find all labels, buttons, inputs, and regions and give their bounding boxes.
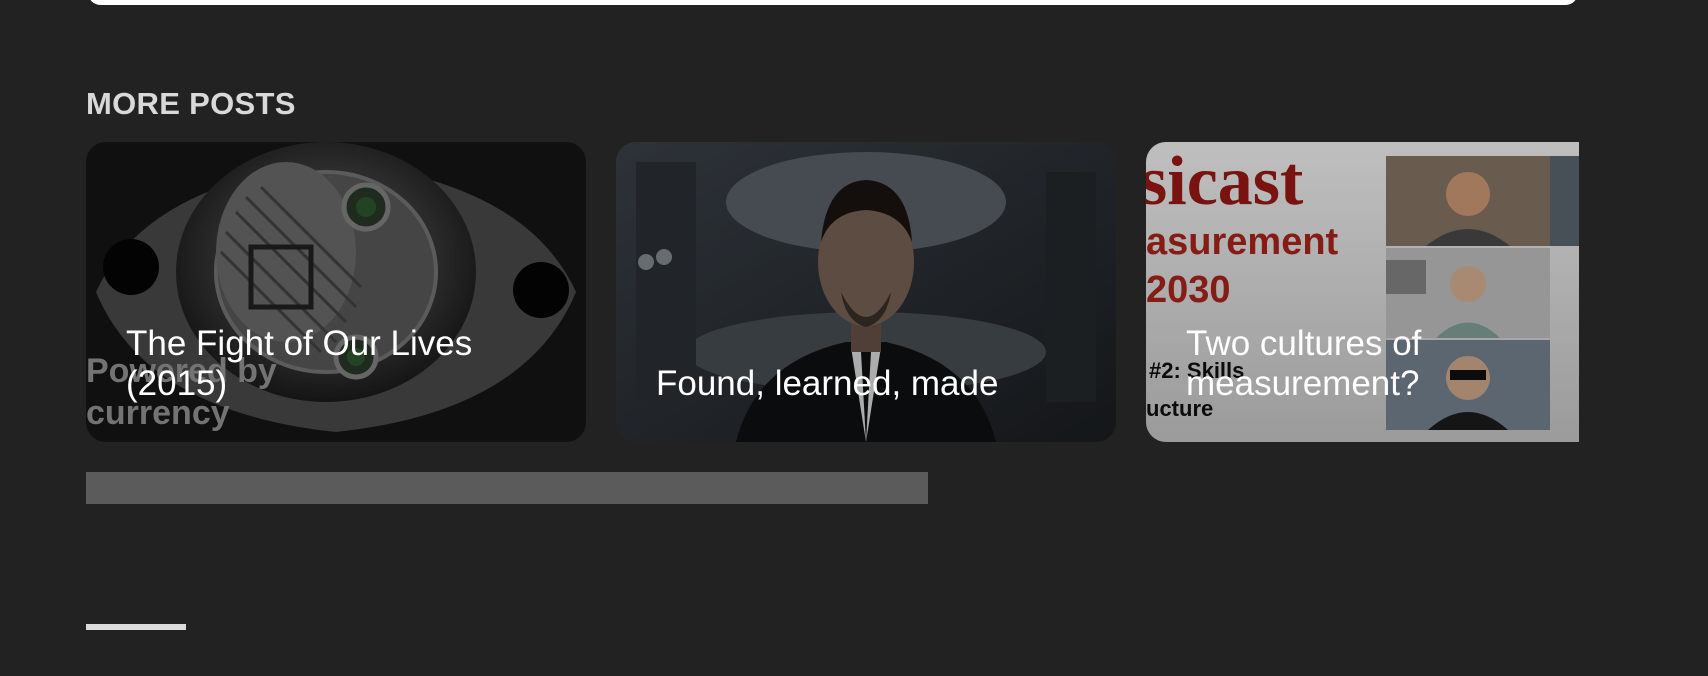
post-title[interactable]: Found, learned, made [656, 364, 1076, 404]
post-card[interactable]: Powered by currency The Fight of Our Liv… [86, 142, 586, 442]
post-card[interactable]: sicast asurement 2030 #2: Skills ucture … [1146, 142, 1579, 442]
section-title: MORE POSTS [86, 86, 296, 121]
post-card[interactable]: Found, learned, made [616, 142, 1116, 442]
search-bar-edge [88, 0, 1578, 5]
posts-carousel[interactable]: Powered by currency The Fight of Our Liv… [86, 142, 1579, 442]
post-title[interactable]: Two cultures of measurement? [1186, 324, 1579, 404]
carousel-scrollbar[interactable] [86, 472, 928, 504]
footer-divider [86, 624, 186, 630]
post-title[interactable]: The Fight of Our Lives (2015) [126, 324, 546, 404]
